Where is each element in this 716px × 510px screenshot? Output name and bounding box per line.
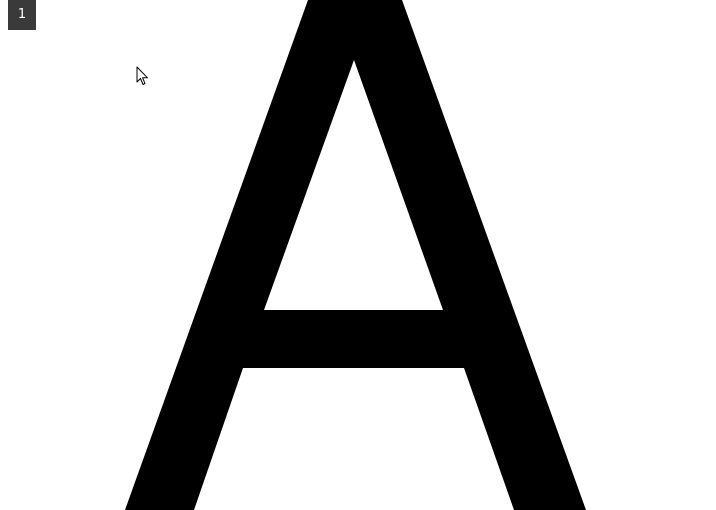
font-glyph-viewer: 1 A — [0, 0, 716, 510]
glyph-a-shape — [125, 0, 586, 510]
glyph-preview: A — [125, 0, 586, 510]
arrow-pointer-icon — [136, 66, 148, 85]
